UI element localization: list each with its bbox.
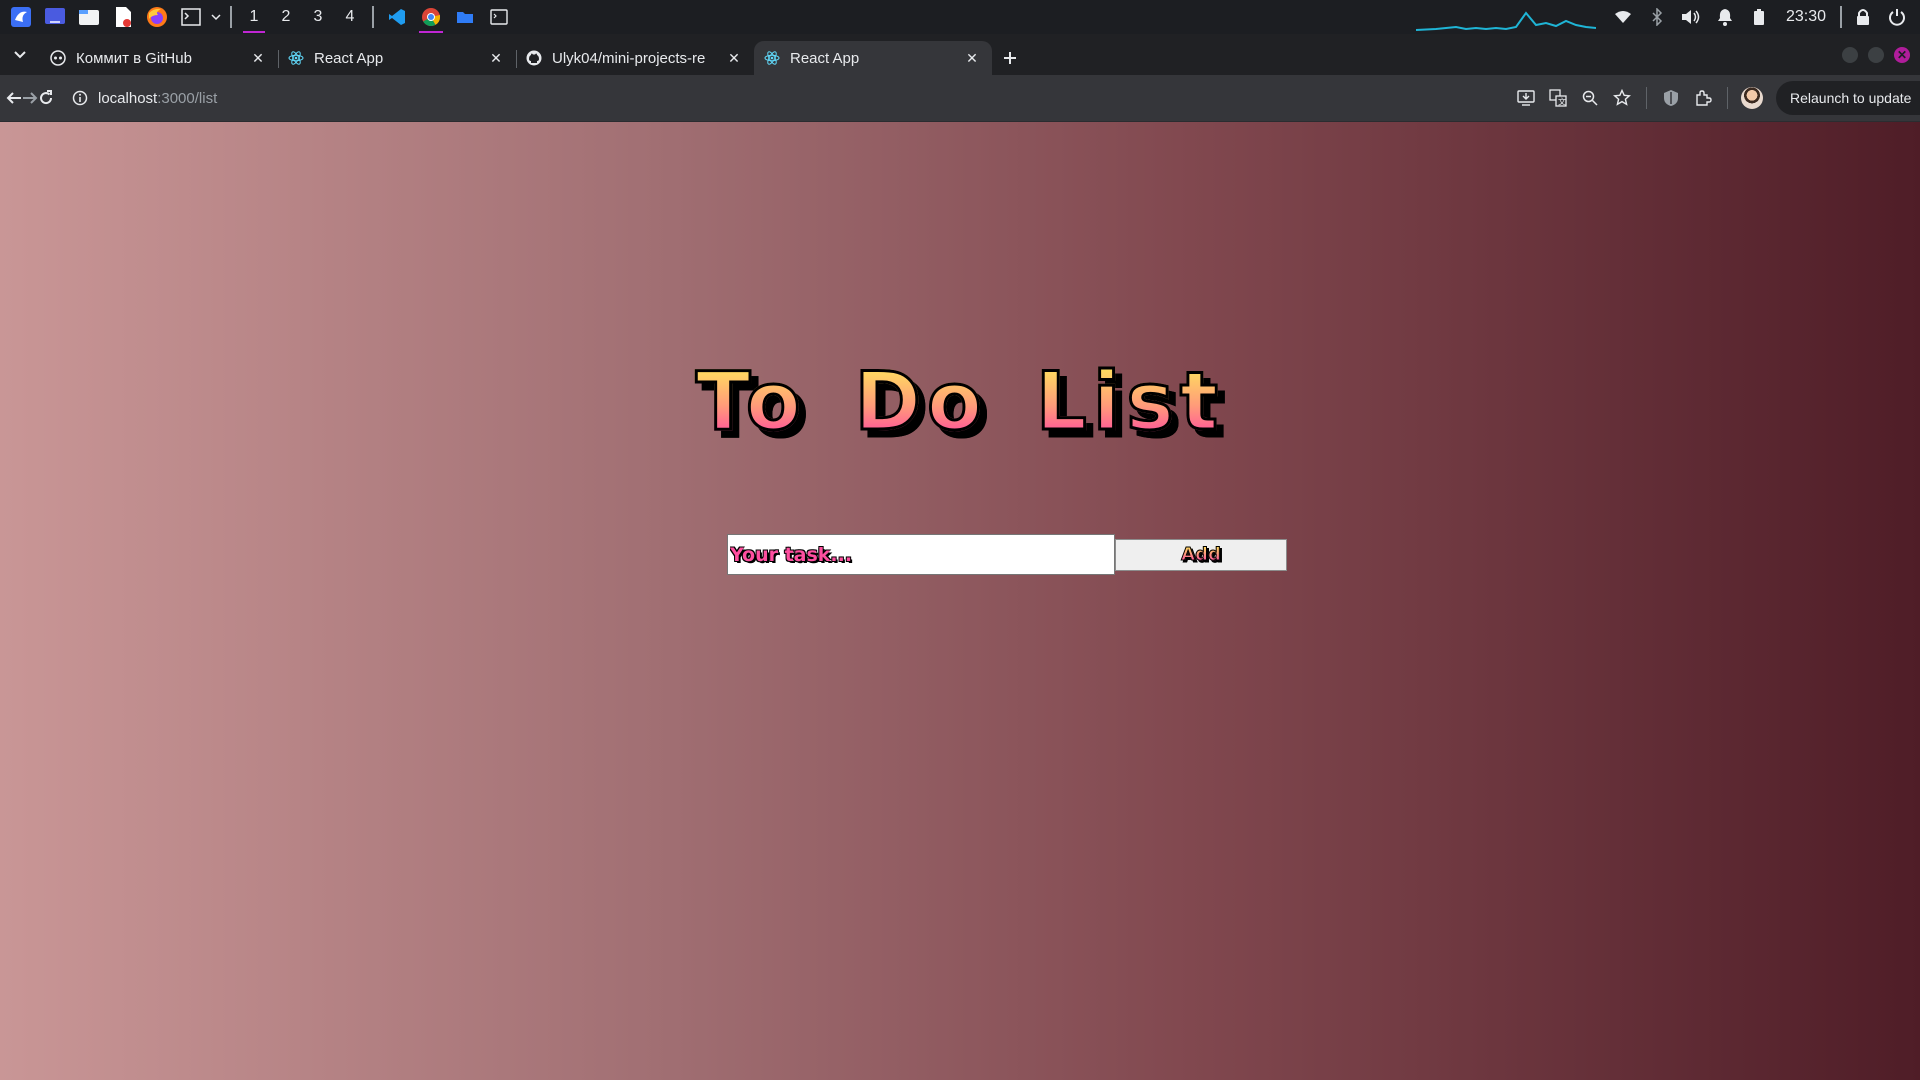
maximize-button[interactable]	[1868, 46, 1884, 63]
github-icon	[526, 50, 542, 66]
system-taskbar: 1 2 3 4 23:30	[0, 0, 1920, 34]
workspace-3[interactable]: 3	[302, 0, 334, 34]
tab-search-button[interactable]	[0, 34, 40, 75]
workspace-4[interactable]: 4	[334, 0, 366, 34]
relaunch-label: Relaunch to update	[1790, 90, 1912, 106]
translate-icon[interactable]: 文	[1542, 80, 1574, 116]
terminal-icon[interactable]	[174, 0, 208, 34]
close-icon[interactable]: ✕	[248, 48, 268, 68]
chevron-down-icon[interactable]	[208, 0, 224, 34]
forward-button[interactable]	[22, 80, 38, 116]
reload-icon	[40, 90, 53, 105]
browser-tab-active[interactable]: React App ✕	[754, 41, 992, 75]
app-launcher-icon[interactable]	[4, 0, 38, 34]
close-icon[interactable]: ✕	[486, 48, 506, 68]
tab-title: Коммит в GitHub	[76, 49, 192, 67]
vscode-icon[interactable]	[380, 0, 414, 34]
install-app-icon[interactable]	[1510, 80, 1542, 116]
tray-separator	[1840, 6, 1842, 28]
tab-title: React App	[314, 49, 384, 67]
battery-icon[interactable]	[1742, 0, 1776, 34]
url-path: :3000/list	[157, 89, 218, 107]
power-icon[interactable]	[1880, 0, 1914, 34]
terminal-window-icon[interactable]	[482, 0, 516, 34]
document-icon[interactable]	[106, 0, 140, 34]
files-icon[interactable]	[72, 0, 106, 34]
github-copilot-icon	[50, 50, 66, 66]
url-host: localhost	[98, 89, 158, 107]
info-icon[interactable]	[72, 90, 88, 106]
page-title: To Do List	[0, 354, 1920, 450]
zoom-icon[interactable]	[1574, 80, 1606, 116]
close-icon[interactable]: ✕	[724, 48, 744, 68]
browser-toolbar: localhost:3000/list 文 Relaunch to update	[0, 75, 1920, 122]
wifi-icon[interactable]	[1606, 0, 1640, 34]
react-icon	[764, 50, 780, 66]
bluetooth-icon[interactable]	[1640, 0, 1674, 34]
minimize-button[interactable]	[1842, 46, 1858, 63]
back-button[interactable]	[6, 80, 22, 116]
plus-icon	[1004, 52, 1016, 64]
svg-text:文: 文	[1558, 97, 1566, 107]
profile-button[interactable]	[1736, 80, 1768, 116]
add-button-label: Add	[1181, 544, 1222, 566]
taskbar-separator	[230, 6, 232, 28]
browser-tab[interactable]: Ulyk04/mini-projects-re ✕	[516, 41, 754, 75]
page-viewport: To Do List Add	[0, 122, 1920, 1080]
workspace-1[interactable]: 1	[238, 0, 270, 34]
task-input[interactable]	[727, 534, 1115, 575]
arrow-left-icon	[6, 92, 21, 104]
add-button[interactable]: Add	[1115, 538, 1287, 571]
tab-title: Ulyk04/mini-projects-re	[552, 49, 706, 67]
bell-icon[interactable]	[1708, 0, 1742, 34]
add-task-form: Add	[727, 534, 1287, 575]
toolbar-separator	[1646, 87, 1647, 109]
taskbar-separator	[372, 6, 374, 28]
browser-tab[interactable]: React App ✕	[278, 41, 516, 75]
browser-tab-strip: Коммит в GitHub ✕ React App ✕ Ulyk04/min…	[0, 34, 1920, 75]
chrome-icon[interactable]	[414, 0, 448, 34]
extensions-icon[interactable]	[1687, 80, 1719, 116]
new-tab-button[interactable]	[992, 41, 1028, 75]
browser-tab[interactable]: Коммит в GitHub ✕	[40, 41, 278, 75]
chevron-down-icon	[14, 50, 26, 58]
clock[interactable]: 23:30	[1776, 8, 1836, 26]
window-close-button[interactable]: ✕	[1894, 46, 1910, 63]
avatar	[1741, 87, 1763, 109]
close-icon[interactable]: ✕	[962, 48, 982, 68]
lock-icon[interactable]	[1846, 0, 1880, 34]
tab-title: React App	[790, 49, 860, 67]
folder-icon[interactable]	[448, 0, 482, 34]
network-graph	[1415, 11, 1596, 31]
firefox-icon[interactable]	[140, 0, 174, 34]
reload-button[interactable]	[38, 80, 54, 116]
address-bar[interactable]: localhost:3000/list	[60, 80, 1410, 116]
bookmark-star-icon[interactable]	[1606, 80, 1638, 116]
desktop-icon[interactable]	[38, 0, 72, 34]
relaunch-update-button[interactable]: Relaunch to update	[1776, 81, 1920, 115]
volume-icon[interactable]	[1674, 0, 1708, 34]
arrow-right-icon	[23, 92, 38, 104]
toolbar-separator	[1727, 87, 1728, 109]
workspace-2[interactable]: 2	[270, 0, 302, 34]
shield-icon[interactable]	[1655, 80, 1687, 116]
react-icon	[288, 50, 304, 66]
